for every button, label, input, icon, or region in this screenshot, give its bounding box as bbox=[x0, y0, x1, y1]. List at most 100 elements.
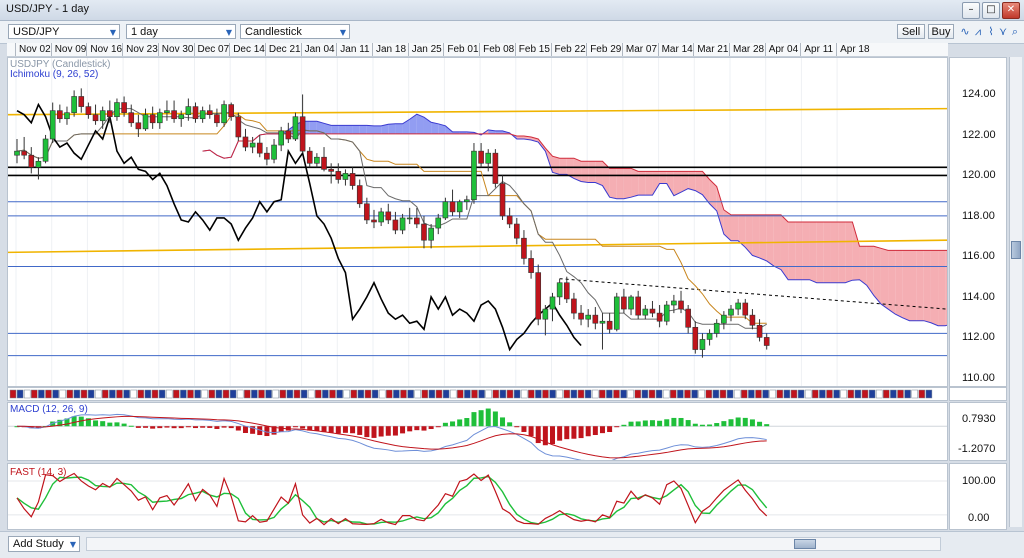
candle-body bbox=[435, 217, 442, 229]
candle-body bbox=[571, 298, 577, 314]
fast-tick-low: 0.00 bbox=[968, 512, 990, 524]
date-label: Jan 25 bbox=[407, 43, 442, 56]
candle bbox=[728, 305, 734, 322]
line-draw-icon[interactable]: ∿ bbox=[958, 24, 972, 39]
event-flag-icon bbox=[464, 389, 471, 399]
candle bbox=[328, 163, 334, 184]
vertical-scrollbar[interactable] bbox=[1009, 57, 1022, 527]
minimize-button[interactable]: – bbox=[962, 2, 980, 19]
event-flags bbox=[9, 389, 933, 399]
candle-body bbox=[599, 320, 606, 324]
events-axis-spacer bbox=[949, 387, 1007, 401]
macd-panel[interactable]: MACD (12, 26, 9) bbox=[7, 402, 948, 462]
fast-tick-high: 100.00 bbox=[962, 475, 996, 487]
fast-stochastic-panel[interactable]: FAST (14, 3) bbox=[7, 463, 948, 530]
candle bbox=[356, 179, 363, 208]
cloud-segment bbox=[838, 222, 846, 283]
candlestick-chart bbox=[7, 58, 953, 386]
macd-label: MACD (12, 26, 9) bbox=[10, 404, 88, 415]
event-flag-icon bbox=[457, 389, 464, 399]
candle bbox=[713, 319, 720, 338]
event-flag-icon bbox=[421, 389, 429, 399]
event-flag-icon bbox=[45, 389, 52, 399]
add-study-select[interactable]: Add Study ▼ bbox=[8, 536, 80, 552]
close-button[interactable]: ✕ bbox=[1002, 2, 1020, 19]
candle-body bbox=[364, 203, 370, 221]
candle bbox=[321, 147, 327, 172]
macd-histogram-bar bbox=[649, 420, 655, 427]
sell-button[interactable]: Sell bbox=[897, 24, 925, 39]
macd-histogram-bar bbox=[93, 420, 99, 427]
candle bbox=[756, 319, 763, 342]
candle-body bbox=[35, 160, 42, 168]
instrument-select[interactable]: USD/JPY ▼ bbox=[8, 24, 120, 39]
trend-icon[interactable]: ⩘ bbox=[971, 24, 985, 39]
horizontal-scroll-thumb[interactable] bbox=[794, 539, 816, 549]
macd-histogram-bar bbox=[714, 423, 720, 427]
chart-type-select[interactable]: Candlestick ▼ bbox=[240, 24, 350, 39]
macd-histogram-bar bbox=[721, 421, 727, 427]
cloud-segment bbox=[923, 250, 931, 323]
candle bbox=[635, 290, 641, 320]
macd-histogram-bar bbox=[193, 426, 198, 429]
candle bbox=[449, 189, 456, 216]
candle bbox=[435, 213, 442, 235]
macd-histogram-bar bbox=[378, 426, 384, 437]
macd-histogram-bar bbox=[392, 426, 398, 436]
candle-body bbox=[285, 130, 292, 140]
candle bbox=[549, 292, 556, 322]
candle bbox=[42, 134, 49, 164]
candle bbox=[678, 290, 684, 314]
candle bbox=[21, 136, 27, 160]
candle-body bbox=[535, 272, 542, 320]
candle bbox=[464, 195, 470, 210]
event-flag-icon bbox=[350, 389, 358, 399]
cloud-segment bbox=[716, 186, 724, 235]
candle bbox=[92, 104, 99, 125]
candle bbox=[742, 298, 749, 320]
price-tick: 120.00 bbox=[962, 169, 996, 182]
event-flag-icon bbox=[357, 389, 365, 399]
buy-button[interactable]: Buy bbox=[928, 24, 954, 39]
horizontal-scrollbar[interactable] bbox=[86, 537, 941, 551]
event-flag-icon bbox=[641, 389, 649, 399]
event-flag-icon bbox=[371, 389, 379, 399]
candle-body bbox=[635, 296, 641, 316]
event-flag-icon bbox=[776, 389, 784, 399]
interval-select[interactable]: 1 day ▼ bbox=[126, 24, 236, 39]
economic-events-strip[interactable] bbox=[7, 387, 948, 401]
event-flag-icon bbox=[733, 389, 741, 399]
event-flag-icon bbox=[471, 389, 478, 399]
chevron-down-icon: ▼ bbox=[69, 540, 76, 549]
date-label: Mar 28 bbox=[729, 43, 764, 56]
main-chart-panel[interactable]: USDJPY (Candlestick) Ichimoku (9, 26, 52… bbox=[7, 57, 953, 387]
event-flag-icon bbox=[364, 389, 372, 399]
cloud-segment bbox=[331, 125, 339, 134]
cloud-segment bbox=[895, 250, 903, 318]
macd-histogram-bar bbox=[664, 419, 670, 427]
candle-body bbox=[549, 296, 556, 310]
macd-histogram-bar bbox=[607, 426, 613, 433]
macd-tick-low: -1.2070 bbox=[958, 443, 996, 455]
event-flag-icon bbox=[868, 389, 876, 399]
maximize-button[interactable]: □ bbox=[982, 2, 1000, 19]
candle bbox=[685, 305, 691, 334]
event-flag-icon bbox=[329, 389, 336, 399]
candle-body bbox=[342, 173, 349, 180]
event-flag-icon bbox=[222, 389, 230, 399]
vertical-scroll-thumb[interactable] bbox=[1011, 241, 1021, 259]
cloud-segment bbox=[873, 246, 881, 304]
event-flag-icon bbox=[87, 389, 95, 399]
macd-tick-high: 0.7930 bbox=[962, 413, 996, 425]
macd-histogram-bar bbox=[157, 426, 163, 429]
event-flag-icon bbox=[719, 389, 727, 399]
zoom-icon[interactable]: ⌕ bbox=[1008, 24, 1022, 39]
macd-histogram-bar bbox=[385, 426, 391, 436]
candle-body bbox=[28, 154, 35, 168]
cloud-segment bbox=[830, 222, 839, 283]
cloud-segment bbox=[309, 121, 317, 134]
candle-body bbox=[728, 308, 734, 316]
candle bbox=[264, 147, 270, 166]
candle bbox=[628, 294, 634, 316]
price-axis[interactable]: 124.00 122.00 120.00 118.00 116.00 114.00 112.… bbox=[949, 57, 1007, 387]
